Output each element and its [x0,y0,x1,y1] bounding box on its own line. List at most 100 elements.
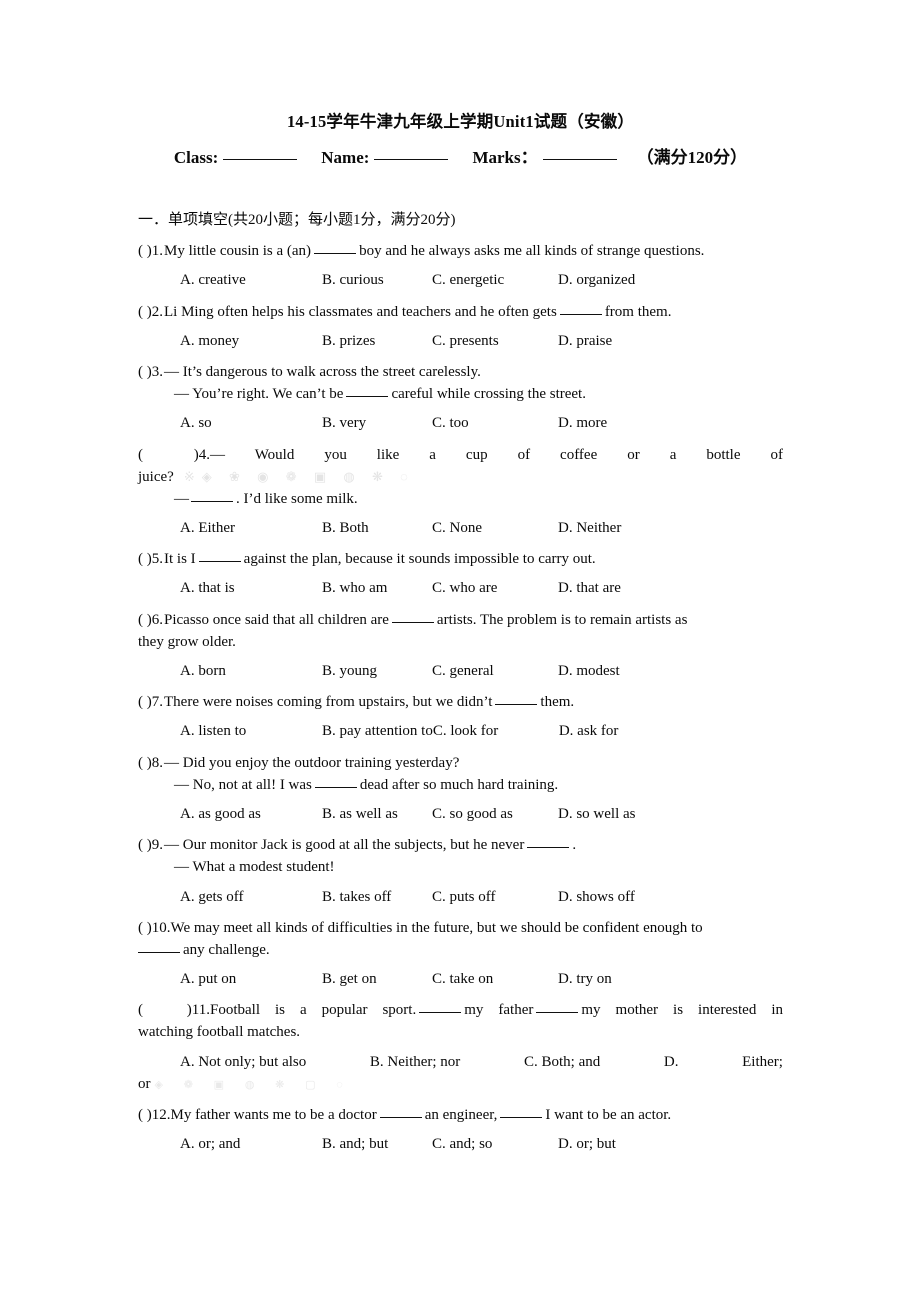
stem-text-post: careful while crossing the street. [391,386,586,403]
answer-blank[interactable] [138,951,180,953]
answer-blank[interactable] [198,561,241,563]
stem-text-post: any challenge. [183,941,270,958]
question-9: ( )9.— Our monitor Jack is good at all t… [138,834,783,908]
answer-bracket-12[interactable]: ( )12. [138,1104,171,1126]
option-b[interactable]: B. and; but [322,1133,432,1155]
question-stem-wrap: any challenge. [138,939,783,961]
stem-text-post: against the plan, because it sounds impo… [243,551,596,568]
question-stem-wrap: watching football matches. [138,1024,301,1041]
option-b[interactable]: B. Neither; nor [370,1051,460,1073]
option-a[interactable]: A. Not only; but also [180,1051,306,1073]
answer-blank[interactable] [527,847,570,849]
answer-blank-1[interactable] [379,1117,422,1119]
option-a[interactable]: A. Either [180,517,322,539]
answer-bracket-6[interactable]: ( )6. [138,609,164,631]
answer-blank[interactable] [191,500,233,502]
option-b[interactable]: B. Both [322,517,432,539]
name-label: Name: [321,147,370,167]
option-b[interactable]: B. takes off [322,886,432,908]
question-6: ( )6.Picasso once said that all children… [138,609,783,683]
option-a[interactable]: A. gets off [180,886,322,908]
answer-blank[interactable] [314,253,357,255]
answer-bracket-2[interactable]: ( )2. [138,301,164,323]
option-c[interactable]: C. look for [433,720,559,742]
answer-bracket-11[interactable]: ( )11. [138,999,210,1021]
option-d[interactable]: D. that are [558,577,621,599]
class-input-rule[interactable] [223,158,298,160]
question-dialogue-line: — No, not at all! I was dead after so muc… [138,774,783,796]
question-stem-wrap: juice? ※◈ ❀ ◉ ❁ ▣ ◍ ❋ ◌ [138,466,783,488]
answer-blank[interactable] [559,313,602,315]
option-a[interactable]: A. or; and [180,1133,322,1155]
name-input-rule[interactable] [374,158,449,160]
option-a[interactable]: A. born [180,660,322,682]
option-b[interactable]: B. young [322,660,432,682]
option-b[interactable]: B. curious [322,269,432,291]
option-d[interactable]: D. ask for [559,720,619,742]
option-d[interactable]: D. more [558,412,607,434]
option-d[interactable]: D. try on [558,968,612,990]
option-a[interactable]: A. listen to [180,720,322,742]
options-row: A. Either B. Both C. None D. Neither [138,517,783,539]
answer-bracket-4[interactable]: ( )4. [138,444,210,466]
option-a[interactable]: A. as good as [180,803,322,825]
option-b[interactable]: B. as well as [322,803,432,825]
option-a[interactable]: A. creative [180,269,322,291]
answer-bracket-5[interactable]: ( )5. [138,548,164,570]
option-a[interactable]: A. that is [180,577,322,599]
option-b[interactable]: B. who am [322,577,432,599]
answer-blank[interactable] [346,396,389,398]
stem-text-line1: — Did you enjoy the outdoor training yes… [164,754,460,771]
stem-text-post: them. [540,694,575,711]
option-d[interactable]: D. [664,1051,679,1073]
option-c[interactable]: C. Both; and [524,1051,600,1073]
answer-blank-1[interactable] [419,1012,462,1014]
option-c[interactable]: C. energetic [432,269,558,291]
option-c[interactable]: C. take on [432,968,558,990]
question-stem: ( )8.— Did you enjoy the outdoor trainin… [138,752,783,774]
answer-bracket-3[interactable]: ( )3. [138,361,164,383]
option-b[interactable]: B. very [322,412,432,434]
option-a[interactable]: A. so [180,412,322,434]
option-c[interactable]: C. too [432,412,558,434]
question-12: ( )12.My father wants me to be a doctor a… [138,1104,783,1155]
answer-bracket-8[interactable]: ( )8. [138,752,164,774]
stem-text-mid: my father [464,1002,534,1019]
exam-page: 14-15学年牛津九年级上学期Unit1试题（安徽） Class: Name: Ma… [0,0,920,1302]
answer-bracket-9[interactable]: ( )9. [138,834,164,856]
option-c[interactable]: C. so good as [432,803,558,825]
option-d[interactable]: D. organized [558,269,635,291]
option-c[interactable]: C. and; so [432,1133,558,1155]
option-b[interactable]: B. pay attention to [322,720,433,742]
answer-bracket-1[interactable]: ( )1. [138,240,164,262]
answer-bracket-10[interactable]: ( )10. [138,917,171,939]
class-label: Class: [173,147,219,167]
option-c[interactable]: C. presents [432,330,558,352]
option-d[interactable]: D. praise [558,330,612,352]
option-c[interactable]: C. puts off [432,886,558,908]
option-c[interactable]: C. general [432,660,558,682]
option-d[interactable]: D. so well as [558,803,636,825]
answer-blank[interactable] [391,621,434,623]
answer-blank-2[interactable] [536,1012,579,1014]
option-c[interactable]: C. None [432,517,558,539]
answer-blank[interactable] [495,704,538,706]
option-a[interactable]: A. put on [180,968,322,990]
option-d[interactable]: D. modest [558,660,620,682]
stem-text-pre: — You’re right. We can’t be [174,386,344,403]
question-stem: ( )5.It is I against the plan, because it… [138,548,783,570]
option-a[interactable]: A. money [180,330,322,352]
option-d[interactable]: D. shows off [558,886,635,908]
option-b[interactable]: B. get on [322,968,432,990]
question-2: ( )2.Li Ming often helps his classmates … [138,301,783,352]
answer-blank-2[interactable] [500,1117,543,1119]
option-b[interactable]: B. prizes [322,330,432,352]
answer-bracket-7[interactable]: ( )7. [138,691,164,713]
option-d[interactable]: D. or; but [558,1133,616,1155]
marks-input-rule[interactable] [542,158,617,160]
question-3: ( )3.— It’s dangerous to walk across the… [138,361,783,435]
option-c[interactable]: C. who are [432,577,558,599]
option-d-value[interactable]: Either; [742,1051,783,1073]
answer-blank[interactable] [314,786,357,788]
option-d[interactable]: D. Neither [558,517,621,539]
